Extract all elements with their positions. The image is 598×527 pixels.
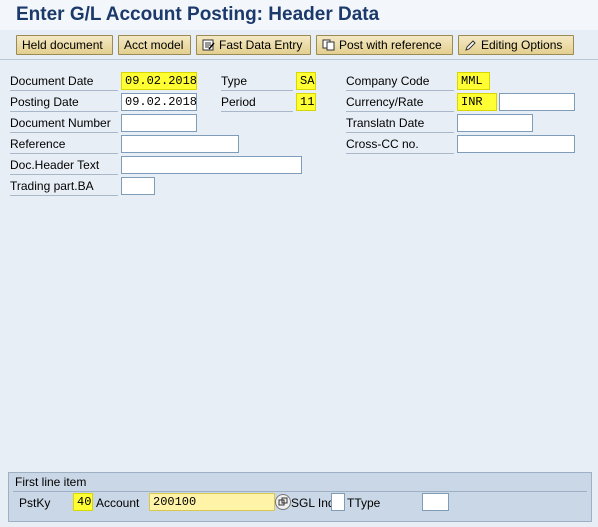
document-number-field[interactable] <box>121 114 197 132</box>
doc-header-text-field[interactable] <box>121 156 302 174</box>
title-bar: Enter G/L Account Posting: Header Data <box>0 0 598 30</box>
exchange-rate-field[interactable] <box>499 93 575 111</box>
ttype-label: TType <box>347 496 381 510</box>
cross-cc-no-label: Cross-CC no. <box>346 135 454 154</box>
panel-divider <box>13 491 587 492</box>
period-label: Period <box>221 93 293 112</box>
held-document-label: Held document <box>22 38 103 52</box>
document-date-field[interactable]: 09.02.2018 <box>121 72 197 90</box>
period-field[interactable]: 11 <box>296 93 316 111</box>
fast-data-entry-label: Fast Data Entry <box>219 38 303 52</box>
first-line-item-title: First line item <box>15 475 87 489</box>
posting-date-field[interactable]: 09.02.2018 <box>121 93 197 111</box>
type-label: Type <box>221 72 293 91</box>
translatn-date-label: Translatn Date <box>346 114 454 133</box>
held-document-button[interactable]: Held document <box>16 35 113 55</box>
type-field[interactable]: SA <box>296 72 316 90</box>
acct-model-button[interactable]: Acct model <box>118 35 191 55</box>
sgl-ind-label: SGL Ind <box>291 496 335 510</box>
editing-options-button[interactable]: Editing Options <box>458 35 574 55</box>
ttype-field[interactable] <box>422 493 449 511</box>
editing-options-label: Editing Options <box>481 38 563 52</box>
reference-label: Reference <box>10 135 118 154</box>
acct-model-label: Acct model <box>124 38 184 52</box>
post-with-reference-button[interactable]: Post with reference <box>316 35 453 55</box>
application-toolbar: Held document Acct model Fast Data Entry… <box>0 31 598 60</box>
trading-part-ba-field[interactable] <box>121 177 155 195</box>
account-field[interactable]: 200100 <box>149 493 275 511</box>
pencil-icon <box>464 38 477 51</box>
sgl-ind-field[interactable] <box>331 493 345 511</box>
page-title: Enter G/L Account Posting: Header Data <box>16 4 380 25</box>
pstky-field[interactable]: 40 <box>73 493 93 511</box>
currency-rate-label: Currency/Rate <box>346 93 454 112</box>
fast-data-entry-button[interactable]: Fast Data Entry <box>196 35 311 55</box>
account-label: Account <box>96 496 140 510</box>
first-line-item-panel: First line item PstKy 40 Account 200100 … <box>8 472 592 522</box>
trading-part-ba-label: Trading part.BA <box>10 177 118 196</box>
post-with-reference-label: Post with reference <box>339 38 442 52</box>
document-date-label: Document Date <box>10 72 118 91</box>
company-code-field[interactable]: MML <box>457 72 490 90</box>
doc-header-text-label: Doc.Header Text <box>10 156 118 175</box>
currency-field[interactable]: INR <box>457 93 497 111</box>
fast-entry-icon <box>202 38 215 51</box>
reference-field[interactable] <box>121 135 239 153</box>
posting-date-label: Posting Date <box>10 93 118 112</box>
company-code-label: Company Code <box>346 72 454 91</box>
cross-cc-no-field[interactable] <box>457 135 575 153</box>
pstky-label: PstKy <box>19 496 51 510</box>
document-number-label: Document Number <box>10 114 118 133</box>
translatn-date-field[interactable] <box>457 114 533 132</box>
copy-document-icon <box>322 38 335 51</box>
